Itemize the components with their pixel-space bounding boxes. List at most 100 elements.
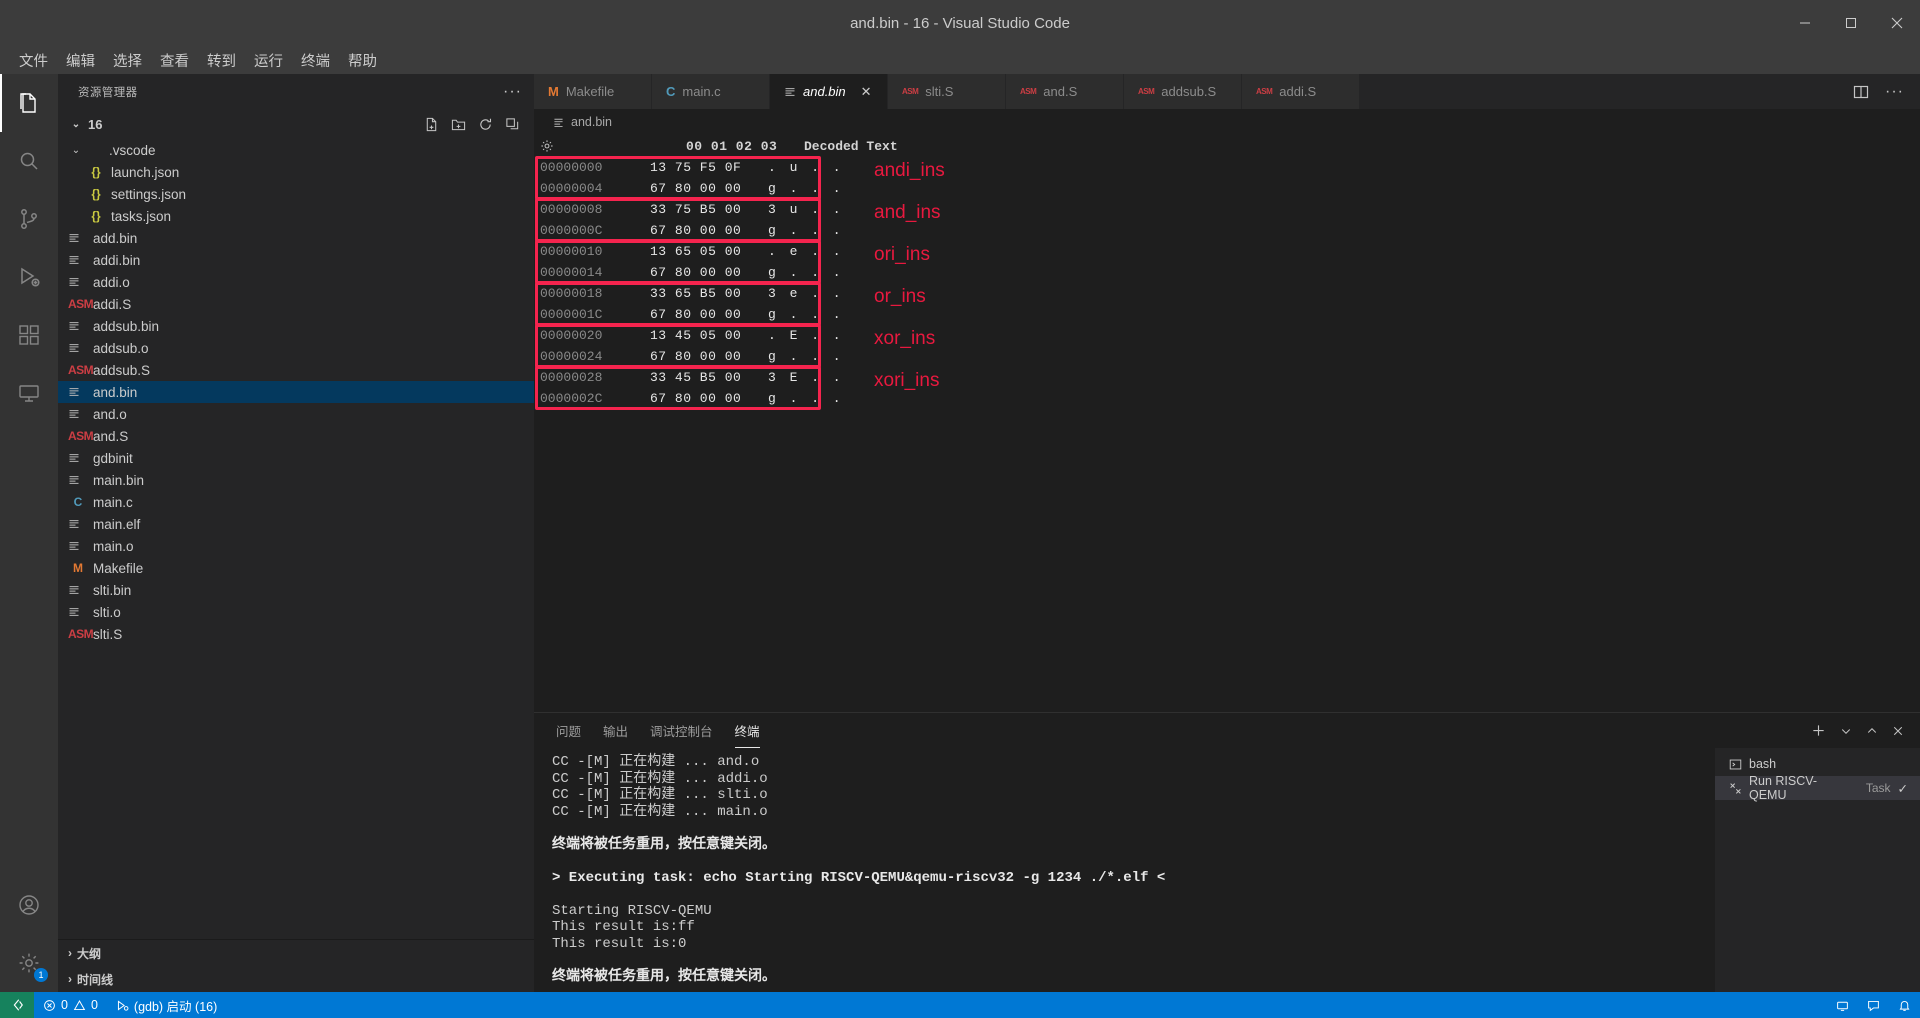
editor-tab-and-bin[interactable]: and.bin✕: [770, 74, 888, 109]
gear-icon[interactable]: [540, 139, 576, 153]
tree-item-main-o[interactable]: main.o: [58, 535, 534, 557]
terminal-list-item[interactable]: Run RISCV-QEMUTask✓: [1715, 776, 1920, 800]
minimize-button[interactable]: [1782, 0, 1828, 46]
panel-tab-terminal[interactable]: 终端: [735, 713, 760, 748]
panel-tab-item[interactable]: 输出: [603, 713, 628, 748]
feedback-icon[interactable]: [1858, 992, 1889, 1018]
tree-item-Makefile[interactable]: MMakefile: [58, 557, 534, 579]
tree-item-main-elf[interactable]: main.elf: [58, 513, 534, 535]
more-actions-icon[interactable]: ···: [1885, 83, 1904, 101]
hex-row[interactable]: 0000000467 80 00 00g . . .: [534, 178, 1920, 199]
chevron-down-icon[interactable]: ⌄: [68, 119, 84, 130]
hex-rows[interactable]: 0000000013 75 F5 0F. u . .0000000467 80 …: [534, 157, 1920, 409]
workspace-root-row[interactable]: ⌄ 16: [58, 109, 534, 139]
menu-edit[interactable]: 编辑: [57, 48, 104, 73]
bin-file-icon: [552, 116, 565, 129]
editor-tab-slti-S[interactable]: ASMslti.S: [888, 74, 1006, 109]
editor-tab-main-c[interactable]: Cmain.c: [652, 74, 770, 109]
tree-item-addi-bin[interactable]: addi.bin: [58, 249, 534, 271]
tree-item-add-bin[interactable]: add.bin: [58, 227, 534, 249]
hex-row[interactable]: 0000000833 75 B5 003 u . .: [534, 199, 1920, 220]
hex-row[interactable]: 0000001C67 80 00 00g . . .: [534, 304, 1920, 325]
tree-item-addsub-o[interactable]: addsub.o: [58, 337, 534, 359]
hex-editor[interactable]: 00 01 02 03 Decoded Text 0000000013 75 F…: [534, 135, 1920, 712]
hex-row[interactable]: 0000002467 80 00 00g . . .: [534, 346, 1920, 367]
sidebar-section-timeline[interactable]: › 时间线: [58, 966, 534, 992]
menu-help[interactable]: 帮助: [339, 48, 386, 73]
activity-settings[interactable]: 1: [0, 934, 58, 992]
tree-item-addi-o[interactable]: addi.o: [58, 271, 534, 293]
maximize-button[interactable]: [1828, 0, 1874, 46]
tree-item-slti-bin[interactable]: slti.bin: [58, 579, 534, 601]
tree-item-and-o[interactable]: and.o: [58, 403, 534, 425]
hex-row[interactable]: 0000000013 75 F5 0F. u . .: [534, 157, 1920, 178]
tree-item-and-bin[interactable]: and.bin: [58, 381, 534, 403]
tab-close-icon[interactable]: ✕: [861, 84, 872, 100]
activity-search[interactable]: [0, 132, 58, 190]
close-button[interactable]: [1874, 0, 1920, 46]
tree-item-addi-S[interactable]: ASMaddi.S: [58, 293, 534, 315]
tree-item-gdbinit[interactable]: gdbinit: [58, 447, 534, 469]
chevron-down-icon[interactable]: ⌄: [68, 145, 84, 156]
activity-explorer[interactable]: [0, 74, 58, 132]
debug-target-status[interactable]: (gdb) 启动 (16): [107, 992, 226, 1018]
menu-file[interactable]: 文件: [10, 48, 57, 73]
tree-item-main-c[interactable]: Cmain.c: [58, 491, 534, 513]
hex-bytes: 13 75 F5 0F: [650, 160, 768, 175]
hex-row[interactable]: 0000001833 65 B5 003 e . .: [534, 283, 1920, 304]
activity-source-control[interactable]: [0, 190, 58, 248]
terminal-line: 终端将被任务重用，按任意键关闭。: [552, 969, 1715, 986]
editor-tab-addi-S[interactable]: ASMaddi.S: [1242, 74, 1360, 109]
collapse-all-icon[interactable]: [505, 117, 520, 132]
menu-run[interactable]: 运行: [245, 48, 292, 73]
activity-account[interactable]: [0, 876, 58, 934]
tree-item-addsub-S[interactable]: ASMaddsub.S: [58, 359, 534, 381]
activity-run-debug[interactable]: [0, 248, 58, 306]
panel-tab-item[interactable]: 调试控制台: [650, 713, 713, 748]
activity-extensions[interactable]: [0, 306, 58, 364]
terminal-output[interactable]: CC -[M] 正在构建 ... and.oCC -[M] 正在构建 ... a…: [534, 748, 1715, 992]
activity-remote-explorer[interactable]: [0, 364, 58, 422]
editor-tab-addsub-S[interactable]: ASMaddsub.S: [1124, 74, 1242, 109]
tree-item-launch-json[interactable]: {}launch.json: [58, 161, 534, 183]
tree-item-tasks-json[interactable]: {}tasks.json: [58, 205, 534, 227]
split-editor-icon[interactable]: [1853, 84, 1869, 100]
tree-item-settings-json[interactable]: {}settings.json: [58, 183, 534, 205]
editor-tab-and-S[interactable]: ASMand.S: [1006, 74, 1124, 109]
hex-row[interactable]: 0000001467 80 00 00g . . .: [534, 262, 1920, 283]
tree-item-addsub-bin[interactable]: addsub.bin: [58, 315, 534, 337]
panel-tab-item[interactable]: 问题: [556, 713, 581, 748]
file-tree[interactable]: ⌄.vscode{}launch.json{}settings.json{}ta…: [58, 139, 534, 939]
sidebar-section-outline[interactable]: › 大纲: [58, 940, 534, 966]
menu-terminal[interactable]: 终端: [292, 48, 339, 73]
hex-row[interactable]: 0000002C67 80 00 00g . . .: [534, 388, 1920, 409]
close-panel-icon[interactable]: [1892, 725, 1904, 737]
terminal-list-item[interactable]: bash: [1715, 752, 1920, 776]
hex-row[interactable]: 0000001013 65 05 00. e . .: [534, 241, 1920, 262]
hex-row[interactable]: 0000002833 45 B5 003 E . .: [534, 367, 1920, 388]
editor-tab-Makefile[interactable]: MMakefile: [534, 74, 652, 109]
bell-icon[interactable]: [1889, 992, 1920, 1018]
new-file-icon[interactable]: [424, 117, 439, 132]
sidebar-more-icon[interactable]: ···: [503, 83, 522, 101]
breadcrumb[interactable]: and.bin: [534, 109, 1920, 135]
menu-selection[interactable]: 选择: [104, 48, 151, 73]
menu-view[interactable]: 查看: [151, 48, 198, 73]
refresh-icon[interactable]: [478, 117, 493, 132]
problems-status[interactable]: 0 0: [34, 992, 107, 1018]
menu-go[interactable]: 转到: [198, 48, 245, 73]
remote-indicator[interactable]: [0, 992, 34, 1018]
explorer-actions: [424, 117, 534, 132]
maximize-panel-icon[interactable]: [1866, 725, 1878, 737]
tree-item-and-S[interactable]: ASMand.S: [58, 425, 534, 447]
tree-item--vscode[interactable]: ⌄.vscode: [58, 139, 534, 161]
chevron-down-icon[interactable]: [1840, 725, 1852, 737]
screencast-icon[interactable]: [1827, 992, 1858, 1018]
tree-item-slti-S[interactable]: ASMslti.S: [58, 623, 534, 645]
new-folder-icon[interactable]: [451, 117, 466, 132]
add-terminal-icon[interactable]: [1811, 723, 1826, 738]
tree-item-main-bin[interactable]: main.bin: [58, 469, 534, 491]
tree-item-slti-o[interactable]: slti.o: [58, 601, 534, 623]
hex-row[interactable]: 0000000C67 80 00 00g . . .: [534, 220, 1920, 241]
hex-row[interactable]: 0000002013 45 05 00. E . .: [534, 325, 1920, 346]
